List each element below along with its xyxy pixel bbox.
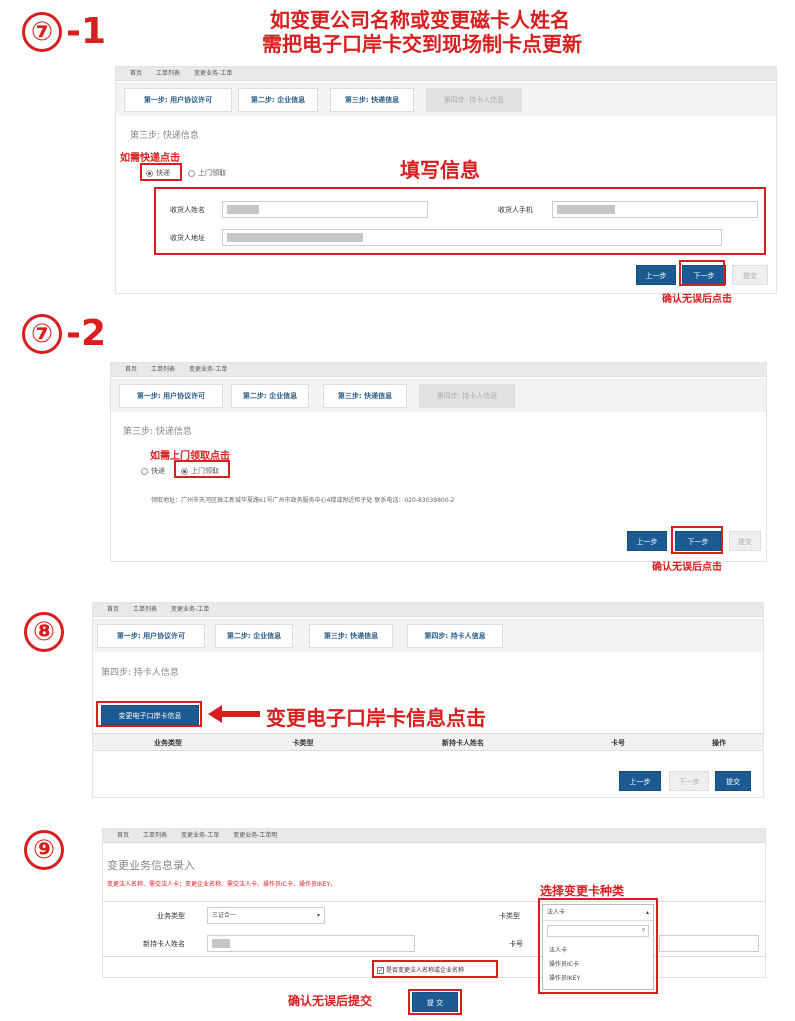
section-subhead: 第三步: 快递信息 [123, 427, 192, 437]
prev-button[interactable]: 上一步 [627, 531, 667, 551]
note-confirm-7-1: 确认无误后点击 [662, 294, 732, 305]
note-fill-info: 填写信息 [400, 158, 480, 182]
panel-9: 首页 工单列表 变更业务-工单 变更业务-工单明 变更业务信息录入 变更法人名称、需交… [102, 828, 766, 978]
breadcrumb: 首页 工单列表 变更业务-工单 [116, 67, 776, 81]
radio-pickup[interactable]: 上门领取 [188, 168, 226, 178]
label-card-no: 卡号 [509, 940, 523, 948]
breadcrumb: 首页 工单列表 变更业务-工单 [111, 363, 766, 377]
step-tabs: 第一步: 用户协议许可 第二步: 企业信息 第三步: 快递信息 第四步: 持卡人… [111, 378, 766, 412]
panel-8: 首页 工单列表 变更业务-工单 第一步: 用户协议许可 第二步: 企业信息 第三步:… [92, 602, 764, 798]
label-new-holder: 新持卡人姓名 [143, 940, 185, 948]
step-7-2-label: ⑦ -2 [22, 314, 106, 354]
col-new-holder: 新持卡人姓名 [442, 739, 484, 747]
col-action: 操作 [712, 739, 726, 747]
step-number: ⑧ [24, 612, 64, 652]
step-8-label: ⑧ [24, 612, 64, 652]
step-7-1-label: ⑦ -1 [22, 12, 106, 52]
note-select-card-type: 选择变更卡种类 [540, 884, 625, 898]
highlight-submit [408, 989, 462, 1015]
tab-step-4[interactable]: 第四步: 持卡人信息 [419, 384, 515, 408]
title-line-2: 需把电子口岸卡交到现场制卡点更新 [262, 32, 582, 56]
form-title: 变更业务信息录入 [107, 859, 195, 872]
tab-step-1[interactable]: 第一步: 用户协议许可 [124, 88, 232, 112]
step-number: ⑦ [22, 314, 62, 354]
highlight-express [140, 163, 182, 181]
tab-step-1[interactable]: 第一步: 用户协议许可 [119, 384, 223, 408]
chevron-down-icon: ▾ [316, 912, 320, 919]
title-line-1: 如变更公司名称或变更磁卡人姓名 [270, 8, 570, 32]
radio-express[interactable]: 快递 [141, 466, 165, 476]
col-card-no: 卡号 [611, 739, 625, 747]
step-number: ⑦ [22, 12, 62, 52]
tab-step-1[interactable]: 第一步: 用户协议许可 [97, 624, 205, 648]
tab-step-2[interactable]: 第二步: 企业信息 [231, 384, 309, 408]
table-header: 业务类型 卡类型 新持卡人姓名 卡号 操作 [93, 733, 763, 751]
label-business-type: 业务类型 [157, 912, 185, 920]
tab-step-3[interactable]: 第三步: 快递信息 [330, 88, 414, 112]
section-subhead: 第四步: 持卡人信息 [101, 668, 179, 678]
step-tabs: 第一步: 用户协议许可 第二步: 企业信息 第三步: 快递信息 第四步: 持卡人… [116, 82, 776, 116]
pickup-address-text: 领取地址：广州市天河区珠江新城华夏路61号广州市政务服务中心4楼或附近柜子处 联… [151, 497, 455, 504]
tab-step-4[interactable]: 第四步: 持卡人信息 [407, 624, 503, 648]
highlight-next [671, 526, 723, 554]
highlight-next [679, 260, 725, 286]
note-confirm-7-2: 确认无误后点击 [652, 562, 722, 573]
arrow-left-icon [208, 705, 260, 723]
next-button[interactable]: 下一步 [669, 771, 709, 791]
breadcrumb: 首页 工单列表 变更业务-工单 变更业务-工单明 [103, 829, 765, 843]
prev-button[interactable]: 上一步 [636, 265, 676, 285]
label-card-type: 卡类型 [499, 912, 520, 920]
note-change-card: 变更电子口岸卡信息点击 [266, 706, 486, 730]
tab-step-3[interactable]: 第三步: 快递信息 [323, 384, 407, 408]
prev-button[interactable]: 上一步 [619, 771, 661, 791]
tab-step-2[interactable]: 第二步: 企业信息 [238, 88, 318, 112]
radio-icon [141, 467, 148, 475]
submit-button[interactable]: 提交 [732, 265, 768, 285]
radio-icon [188, 169, 195, 177]
highlight-checkbox [372, 960, 498, 978]
submit-button[interactable]: 提交 [715, 771, 751, 791]
form-notice: 变更法人名称、需交法人卡；变更企业名称、需交法人卡、操作员IC卡、操作员IKEY… [107, 881, 337, 888]
new-holder-input[interactable] [207, 935, 415, 952]
tab-step-4[interactable]: 第四步: 持卡人信息 [426, 88, 522, 112]
tab-step-2[interactable]: 第二步: 企业信息 [215, 624, 293, 648]
card-no-input[interactable] [659, 935, 759, 952]
tab-step-3[interactable]: 第三步: 快递信息 [309, 624, 393, 648]
step-9-label: ⑨ [24, 830, 64, 870]
highlight-change-button [96, 701, 202, 727]
highlight-fields [154, 187, 766, 255]
breadcrumb: 首页 工单列表 变更业务-工单 [93, 603, 763, 617]
redacted-value [212, 939, 230, 948]
highlight-pickup [174, 460, 230, 478]
business-type-select[interactable]: 三证合一 ▾ [207, 907, 325, 924]
col-card-type: 卡类型 [292, 739, 314, 747]
note-express: 如需快递点击 [120, 153, 180, 164]
submit-button[interactable]: 提交 [729, 531, 761, 551]
step-tabs: 第一步: 用户协议许可 第二步: 企业信息 第三步: 快递信息 第四步: 持卡人… [93, 618, 763, 652]
step-number: ⑨ [24, 830, 64, 870]
section-subhead: 第三步: 快递信息 [130, 131, 199, 141]
col-business-type: 业务类型 [154, 739, 182, 747]
highlight-dropdown [538, 898, 658, 994]
note-confirm-submit: 确认无误后提交 [288, 994, 373, 1008]
